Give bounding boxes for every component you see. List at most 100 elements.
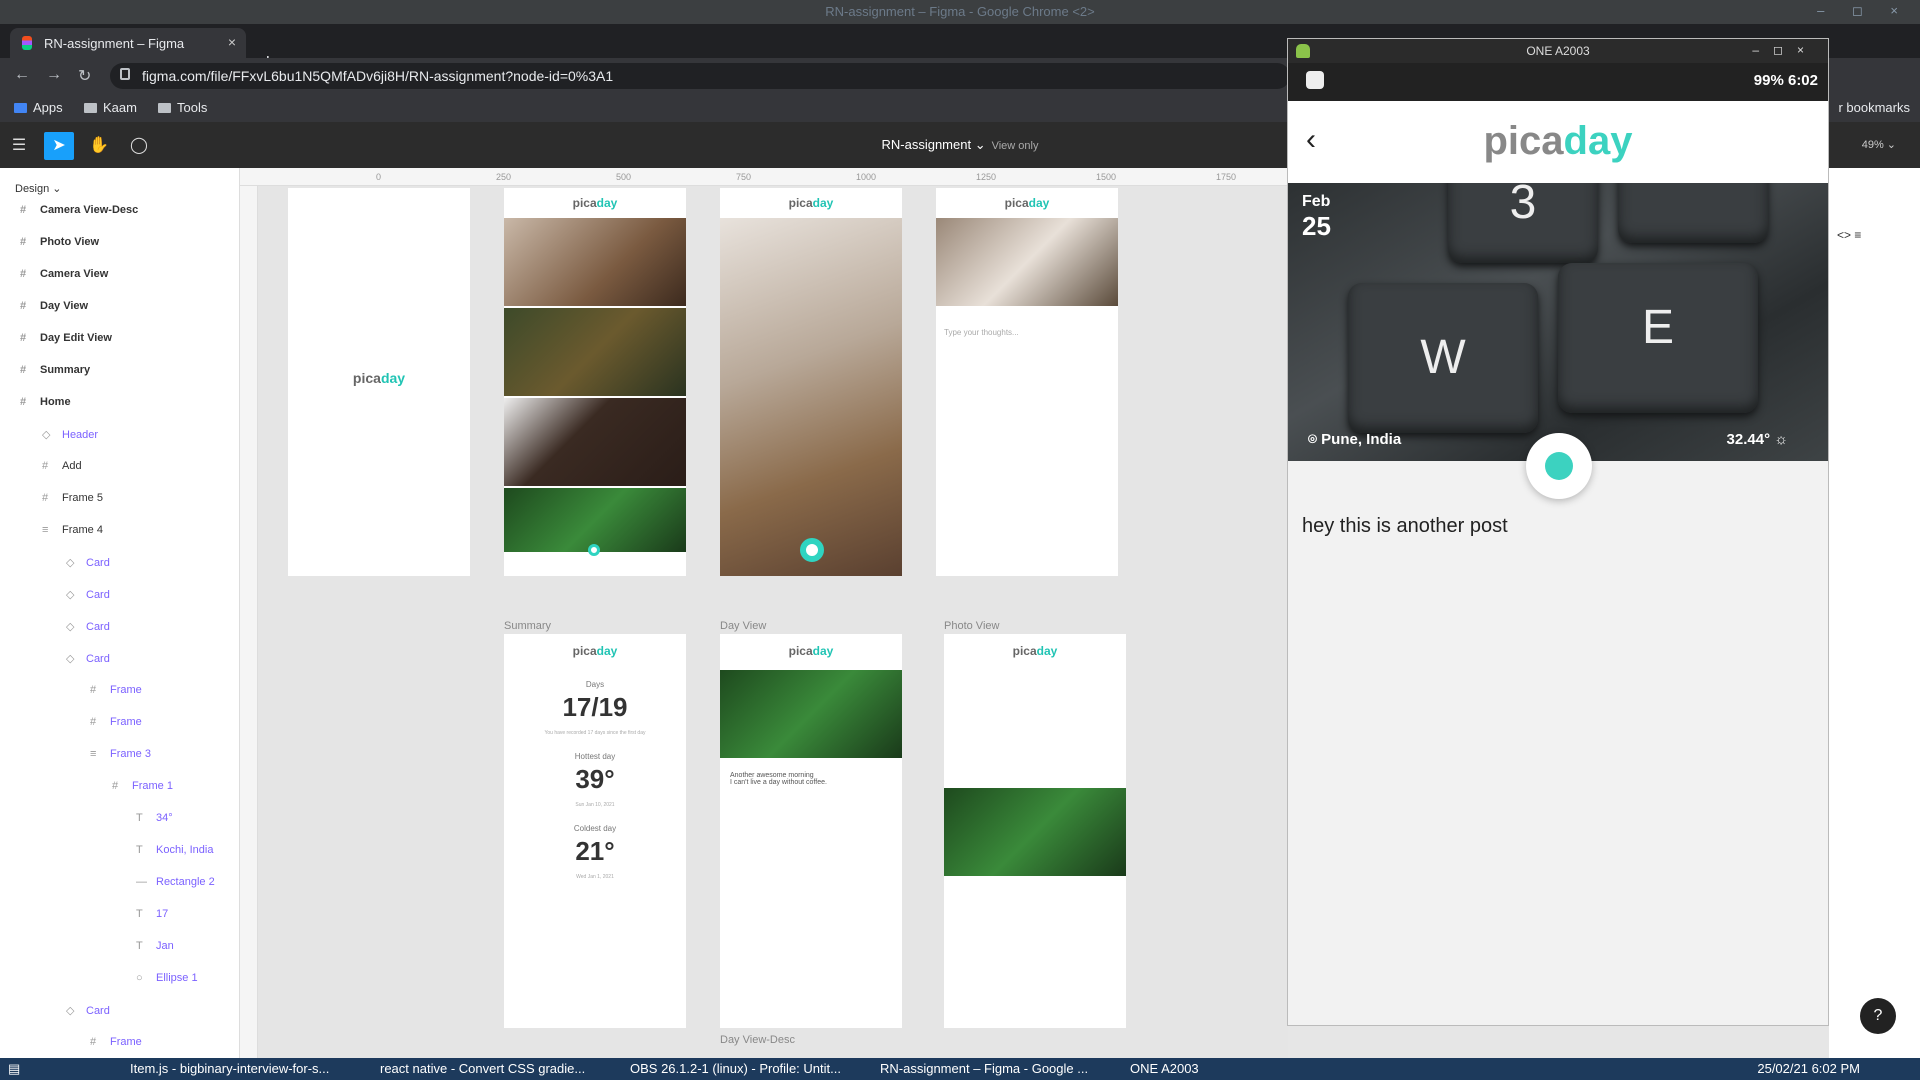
back-icon[interactable]: ← bbox=[14, 66, 30, 84]
logo-part: pica bbox=[572, 196, 597, 210]
taskbar-item[interactable]: RN-assignment – Figma - Google ... bbox=[880, 1061, 1088, 1076]
frame-camera-view[interactable]: picaday bbox=[720, 188, 902, 576]
frame-day-view[interactable]: picaday Another awesome morning I can't … bbox=[720, 634, 902, 1028]
layer-label: Add bbox=[62, 460, 82, 472]
tab-figma[interactable]: RN-assignment – Figma × bbox=[10, 28, 246, 58]
card-photo bbox=[504, 218, 686, 306]
keycap: W bbox=[1348, 283, 1538, 433]
layer-label: Frame bbox=[110, 684, 142, 696]
frame-splash[interactable]: picaday bbox=[288, 188, 470, 576]
component-icon: ◇ bbox=[66, 589, 75, 601]
days-value: 17/19 bbox=[562, 692, 628, 722]
layer-item[interactable]: # Frame bbox=[90, 684, 142, 696]
taskbar-item[interactable]: ONE A2003 bbox=[1130, 1061, 1199, 1076]
thoughts-placeholder: Type your thoughts... bbox=[944, 328, 1019, 337]
layer-label: 34° bbox=[156, 812, 173, 824]
component-icon: ◇ bbox=[66, 1005, 75, 1017]
help-button[interactable]: ? bbox=[1860, 998, 1896, 1034]
properties-panel: <> ≡ bbox=[1829, 168, 1920, 1058]
forward-icon[interactable]: → bbox=[46, 66, 62, 84]
layer-item[interactable]: # Frame bbox=[90, 1036, 142, 1048]
layer-item[interactable]: # Summary bbox=[20, 364, 90, 376]
layer-item[interactable]: ◇ Card bbox=[66, 1004, 110, 1017]
layer-item[interactable]: T Jan bbox=[136, 940, 174, 952]
logo-part: pica bbox=[788, 196, 813, 210]
taskbar-item[interactable]: react native - Convert CSS gradie... bbox=[380, 1061, 585, 1076]
layer-item[interactable]: ≡ Frame 4 bbox=[42, 524, 103, 536]
hottest-value: 39° bbox=[575, 764, 615, 794]
layer-item[interactable]: # Photo View bbox=[20, 236, 99, 248]
rectangle-icon: — bbox=[136, 876, 147, 888]
logo-accent: day bbox=[596, 196, 618, 210]
layer-item[interactable]: # Camera View-Desc bbox=[20, 204, 138, 216]
layer-label: Day Edit View bbox=[40, 332, 112, 344]
ruler-tick: 1500 bbox=[1096, 172, 1117, 182]
logo-part: pica bbox=[1004, 196, 1029, 210]
emulator-title: ONE A2003 bbox=[1526, 44, 1590, 58]
layer-item[interactable]: # Home bbox=[20, 396, 71, 408]
layer-item[interactable]: T Kochi, India bbox=[136, 844, 213, 856]
logo-part: pica bbox=[572, 644, 597, 658]
layer-item[interactable]: ◇ Card bbox=[66, 652, 110, 665]
layer-label: Home bbox=[40, 396, 71, 408]
component-icon: ◇ bbox=[66, 653, 75, 665]
layer-item[interactable]: # Frame 5 bbox=[42, 492, 103, 504]
layer-item[interactable]: ≡ Frame 3 bbox=[90, 748, 151, 760]
logo-accent: day bbox=[812, 196, 834, 210]
taskbar-item[interactable]: OBS 26.1.2-1 (linux) - Profile: Untit... bbox=[630, 1061, 841, 1076]
emulator-window-controls[interactable]: –◻× bbox=[1752, 43, 1818, 57]
post-text[interactable]: hey this is another post bbox=[1302, 515, 1508, 538]
taskbar-item[interactable]: Item.js - bigbinary-interview-for-s... bbox=[130, 1061, 329, 1076]
app-header: ‹ picaday bbox=[1288, 101, 1828, 183]
layer-item[interactable]: # Day View bbox=[20, 300, 88, 312]
logo-accent: day bbox=[1036, 644, 1058, 658]
frame-day-edit[interactable]: picaday Type your thoughts... bbox=[936, 188, 1118, 576]
temperature-text: 32.44° bbox=[1726, 431, 1771, 448]
layer-item[interactable]: # Day Edit View bbox=[20, 332, 112, 344]
bookmark-apps[interactable]: Apps bbox=[14, 100, 63, 115]
frame-photo-view[interactable]: picaday bbox=[944, 634, 1126, 1028]
figma-canvas[interactable]: 0 250 500 750 1000 1250 1500 1750 picada… bbox=[240, 168, 1288, 1058]
zoom-level[interactable]: 49% ⌄ bbox=[1862, 138, 1896, 151]
bookmark-label: Kaam bbox=[103, 100, 137, 115]
logo-part: pica bbox=[1012, 644, 1037, 658]
dayview-logo: picaday bbox=[720, 644, 902, 658]
start-menu-icon[interactable]: ▤ bbox=[8, 1061, 20, 1077]
layer-label: Rectangle 2 bbox=[156, 876, 215, 888]
date-day: 25 bbox=[1302, 211, 1331, 241]
layer-item[interactable]: # Add bbox=[42, 460, 82, 472]
bookmark-tools[interactable]: Tools bbox=[158, 100, 207, 115]
design-panel-label[interactable]: Design ⌄ bbox=[15, 182, 62, 195]
location-pin-icon: ⌾ bbox=[1308, 431, 1322, 448]
layer-item[interactable]: ◇ Card bbox=[66, 588, 110, 601]
layer-item[interactable]: # Frame bbox=[90, 716, 142, 728]
layer-item[interactable]: ◇ Card bbox=[66, 620, 110, 633]
layer-item[interactable]: ○ Ellipse 1 bbox=[136, 972, 198, 984]
add-icon bbox=[588, 544, 600, 556]
layer-item[interactable]: # Camera View bbox=[20, 268, 108, 280]
ruler-top: 0 250 500 750 1000 1250 1500 1750 bbox=[240, 168, 1288, 186]
url-input[interactable]: figma.com/file/FFxvL6bu1N5QMfADv6ji8H/RN… bbox=[110, 63, 1290, 89]
layer-item[interactable]: ◇ Header bbox=[42, 428, 98, 441]
layer-item[interactable]: T 17 bbox=[136, 908, 168, 920]
logo-part: pica bbox=[1483, 119, 1564, 163]
reload-icon[interactable]: ↻ bbox=[78, 66, 91, 86]
camera-button[interactable] bbox=[1526, 433, 1592, 499]
layer-item[interactable]: ◇ Card bbox=[66, 556, 110, 569]
app-logo: picaday bbox=[1288, 119, 1828, 164]
logo-part: pica bbox=[352, 370, 381, 386]
frame-icon: # bbox=[20, 268, 27, 280]
frame-home[interactable]: picaday bbox=[504, 188, 686, 576]
layer-label: Jan bbox=[156, 940, 174, 952]
bookmark-kaam[interactable]: Kaam bbox=[84, 100, 137, 115]
tab-close-icon[interactable]: × bbox=[228, 34, 236, 50]
layer-item[interactable]: # Frame 1 bbox=[112, 780, 173, 792]
window-controls[interactable]: – ◻ × bbox=[1817, 3, 1910, 19]
other-bookmarks[interactable]: r bookmarks bbox=[1838, 100, 1910, 115]
ruler-left bbox=[240, 186, 258, 1058]
layer-item[interactable]: — Rectangle 2 bbox=[136, 876, 215, 888]
code-icon[interactable]: <> ≡ bbox=[1837, 228, 1861, 242]
frame-icon: # bbox=[20, 204, 27, 216]
frame-summary[interactable]: picaday Days 17/19 You have recorded 17 … bbox=[504, 634, 686, 1028]
layer-item[interactable]: T 34° bbox=[136, 812, 173, 824]
